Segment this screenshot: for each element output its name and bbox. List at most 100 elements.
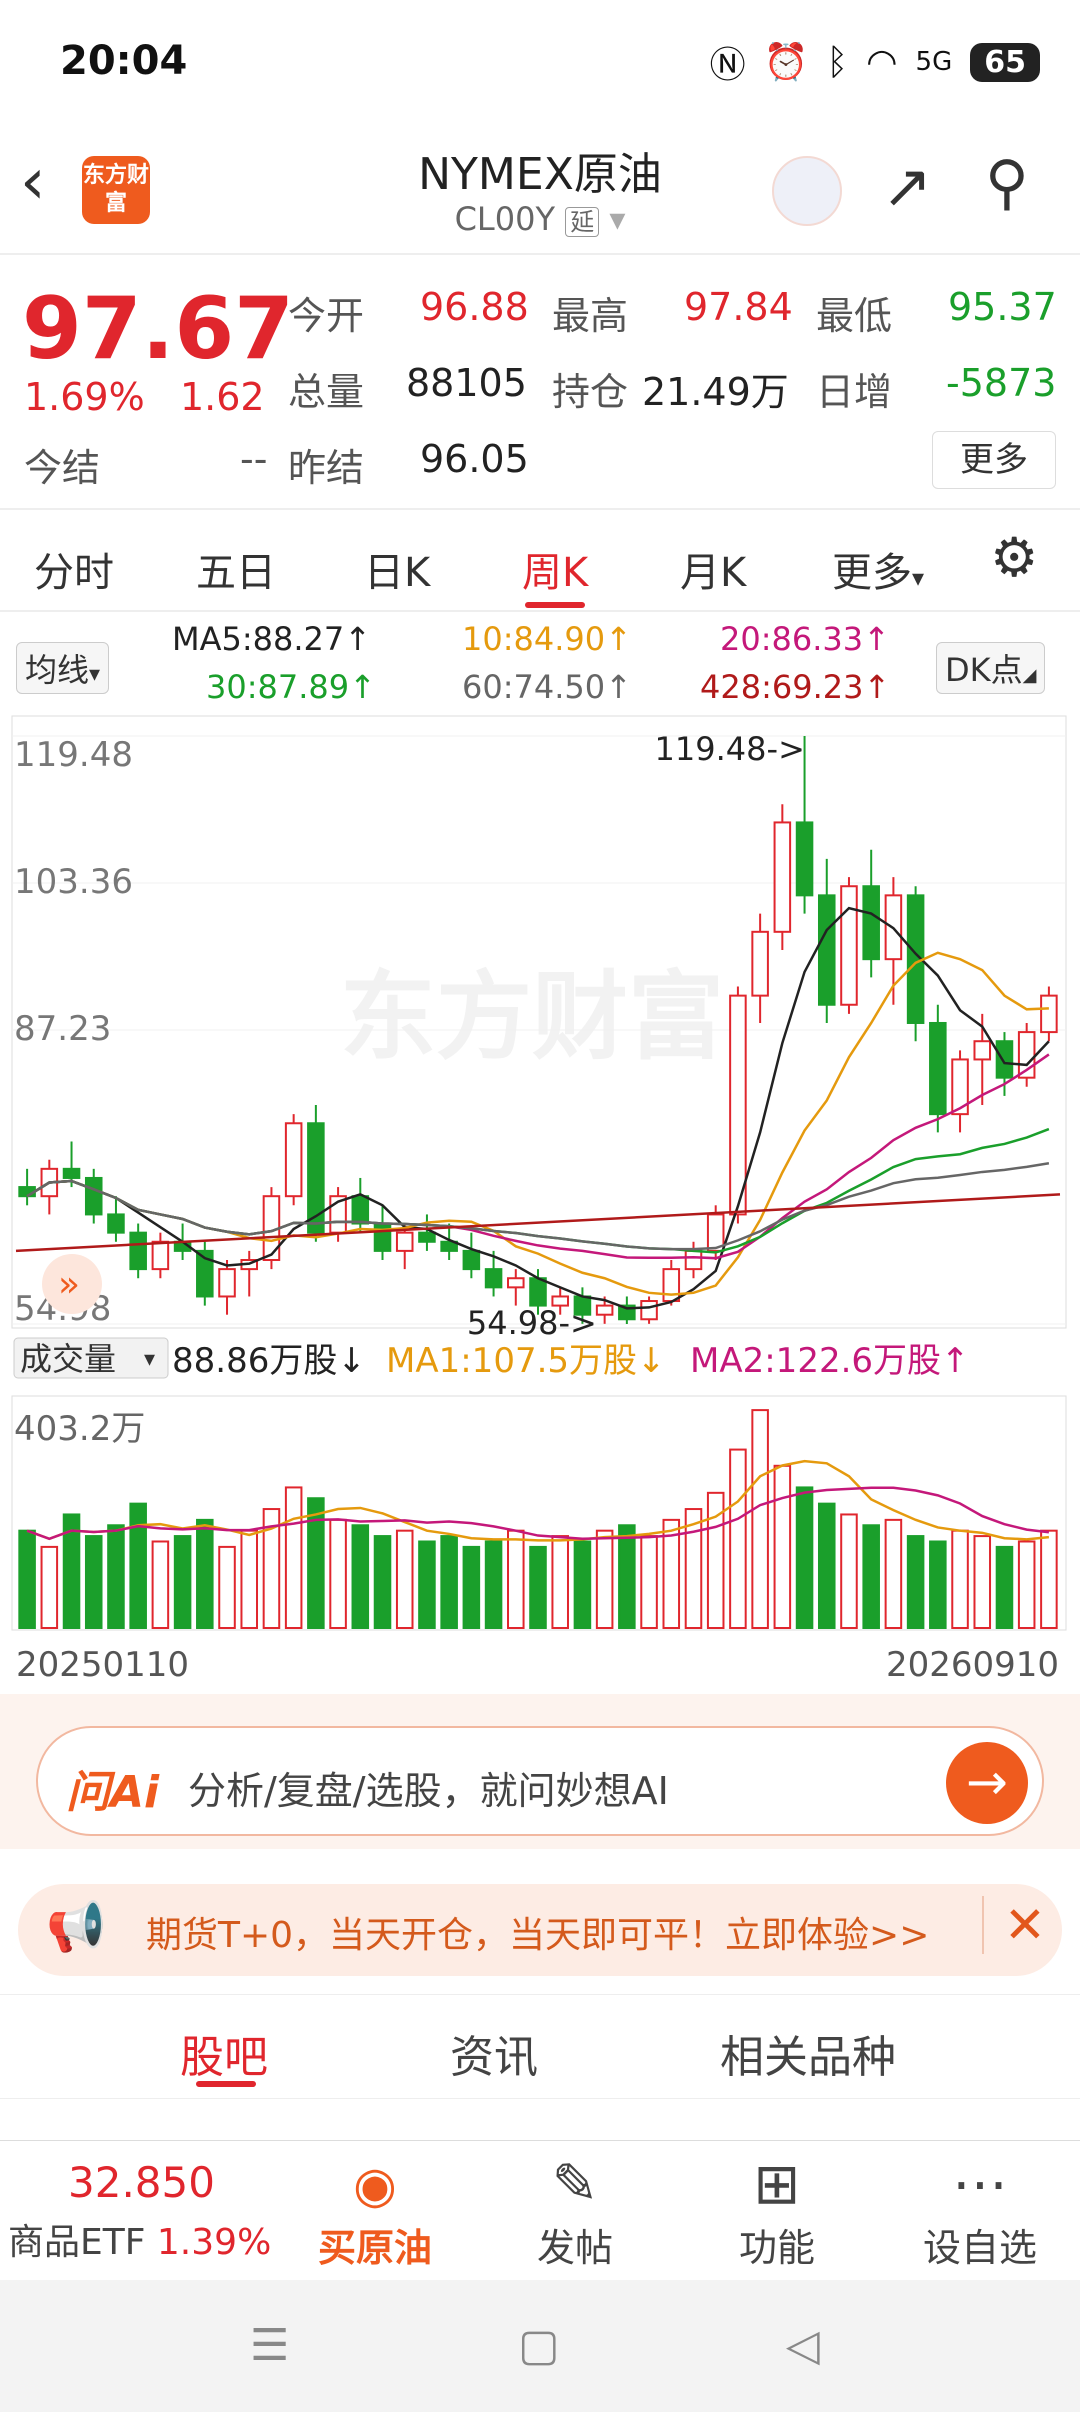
volume-bar (395, 1529, 414, 1630)
tab-five-day[interactable]: 五日 (196, 540, 276, 598)
candle-body (640, 1300, 658, 1321)
favorite-label: 设自选 (922, 2226, 1037, 2270)
close-icon[interactable]: ✕ (982, 1896, 1046, 1954)
volume-bar (507, 1529, 525, 1630)
ma-legend: 均线▾ MA5:88.27↑ 10:84.90↑ 20:86.33↑ 30:87… (0, 612, 1080, 712)
status-bar: 20:04 Ⓝ ⏰ ᛒ ◠ 5G 65 (0, 0, 1080, 120)
high-label: 最高 (552, 294, 629, 338)
edit-icon: ✎ (551, 2152, 599, 2217)
tab-monthly-k[interactable]: 月K (680, 540, 746, 598)
candle-body (84, 1176, 103, 1216)
candle-body (218, 1268, 236, 1298)
candle-body (151, 1240, 170, 1271)
candle-body (773, 821, 792, 933)
candle-body (484, 1268, 503, 1289)
function-label: 功能 (738, 2226, 815, 2270)
more-button[interactable]: 更多 (932, 431, 1056, 489)
candle-body (795, 821, 814, 897)
inc-value: -5873 (946, 361, 1057, 405)
etf-pct: 1.39% (156, 2222, 272, 2263)
volume-bar (284, 1486, 303, 1630)
last-price: 97.67 (22, 279, 295, 379)
inc-label: 日增 (816, 370, 893, 414)
volume-bar (351, 1524, 370, 1630)
settings-gear-icon[interactable]: ⚙ (990, 526, 1038, 589)
volume-label: 成交量 (20, 1340, 116, 1378)
buy-oil-button[interactable]: ◉ 买原油 (310, 2153, 440, 2272)
kline-chart[interactable]: 东方财富 119.48103.3687.2354.98 119.48-> 54.… (0, 710, 1080, 1690)
volume-bar (773, 1464, 792, 1629)
candle-body (862, 885, 880, 961)
volume-bar (884, 1518, 903, 1629)
ma20-value: 20:86.33↑ (720, 620, 890, 658)
signal-icon: 5G (915, 47, 953, 77)
volume-bar (973, 1535, 992, 1630)
volume-bar (196, 1518, 214, 1629)
volume-bar (951, 1529, 969, 1630)
share-icon[interactable]: ↗ (882, 152, 932, 222)
volume-bar (373, 1535, 392, 1630)
watermark: 东方财富 (340, 961, 724, 1073)
candle-body (418, 1231, 436, 1243)
max-price-note: 119.48-> (655, 730, 805, 768)
volume-value: 88105 (406, 361, 527, 405)
volume-bar (484, 1540, 503, 1629)
volume-bar (240, 1529, 259, 1630)
candle-body (595, 1304, 614, 1316)
arrow-right-icon[interactable]: → (946, 1742, 1028, 1824)
chevron-down-icon: ▾ (609, 200, 626, 238)
tab-daily-k[interactable]: 日K (364, 540, 430, 598)
dk-point-toggle[interactable]: DK点◢ (936, 642, 1046, 694)
open-value: 96.88 (420, 285, 529, 329)
tab-more[interactable]: 更多▾ (832, 540, 924, 598)
megaphone-icon: 📢 (46, 1899, 106, 1955)
candle-body (129, 1231, 147, 1271)
corner-icon: ◢ (1022, 665, 1037, 686)
ai-search-box[interactable]: 问Ai 分析/复盘/选股，就问妙想AI → (36, 1726, 1044, 1836)
tab-related[interactable]: 相关品种 (720, 2021, 896, 2085)
candle-body (529, 1277, 547, 1307)
tab-weekly-k[interactable]: 周K (522, 540, 588, 598)
indicator-selector[interactable]: 均线▾ (16, 642, 110, 694)
home-icon[interactable]: ▢ (518, 2320, 560, 2371)
ma5-value: MA5:88.27↑ (172, 620, 372, 658)
volume-max-label: 403.2万 (14, 1409, 145, 1449)
promo-banner[interactable]: 📢 期货T+0，当天开仓，当天即可平！立即体验>> ✕ (18, 1884, 1062, 1976)
content-tabs: 股吧 资讯 相关品种 (0, 1994, 1080, 2099)
tab-intraday[interactable]: 分时 (34, 540, 114, 598)
add-favorite-button[interactable]: ⋯ 设自选 (910, 2153, 1050, 2272)
promo-text: 期货T+0，当天开仓，当天即可平！立即体验>> (146, 1915, 930, 1956)
volume-bar (995, 1545, 1014, 1629)
etf-row: 商品ETF 1.39% (8, 2213, 278, 2265)
candle-body (840, 885, 858, 1006)
volume-bar (618, 1524, 636, 1630)
tab-forum[interactable]: 股吧 (180, 2021, 268, 2085)
volume-bar (862, 1524, 880, 1630)
prev-settle-value: 96.05 (420, 437, 529, 481)
ma30-value: 30:87.89↑ (206, 668, 376, 706)
tab-news[interactable]: 资讯 (450, 2021, 538, 2085)
code-text: CL00Y (454, 200, 556, 238)
volume-bar (840, 1513, 858, 1629)
ma60-value: 60:74.50↑ (462, 668, 632, 706)
menu-icon[interactable]: ☰ (250, 2320, 289, 2371)
volume-bar (173, 1535, 192, 1630)
function-button[interactable]: ⊞ 功能 (712, 2153, 842, 2272)
post-button[interactable]: ✎ 发帖 (510, 2153, 640, 2272)
etf-quote[interactable]: 32.850 商品ETF 1.39% (8, 2153, 278, 2265)
kline-chart-area[interactable]: 东方财富 119.48103.3687.2354.98 119.48-> 54.… (0, 710, 1080, 1690)
ai-logo: 问Ai (66, 1767, 160, 1818)
volume-bar (40, 1545, 59, 1629)
prev-settle-label: 昨结 (288, 446, 365, 490)
candle-body (395, 1231, 414, 1252)
high-value: 97.84 (684, 285, 793, 329)
search-icon[interactable]: ⚲ (985, 148, 1029, 218)
bluetooth-icon: ᛒ (826, 41, 849, 83)
etf-label: 商品ETF (8, 2222, 146, 2263)
volume-ma2: MA2:122.6万股↑ (690, 1341, 970, 1381)
robot-avatar-icon[interactable] (772, 156, 842, 226)
alarm-icon: ⏰ (763, 42, 809, 83)
open-label: 今开 (288, 294, 365, 338)
candle-body (751, 930, 769, 997)
back-nav-icon[interactable]: ◁ (786, 2320, 820, 2371)
